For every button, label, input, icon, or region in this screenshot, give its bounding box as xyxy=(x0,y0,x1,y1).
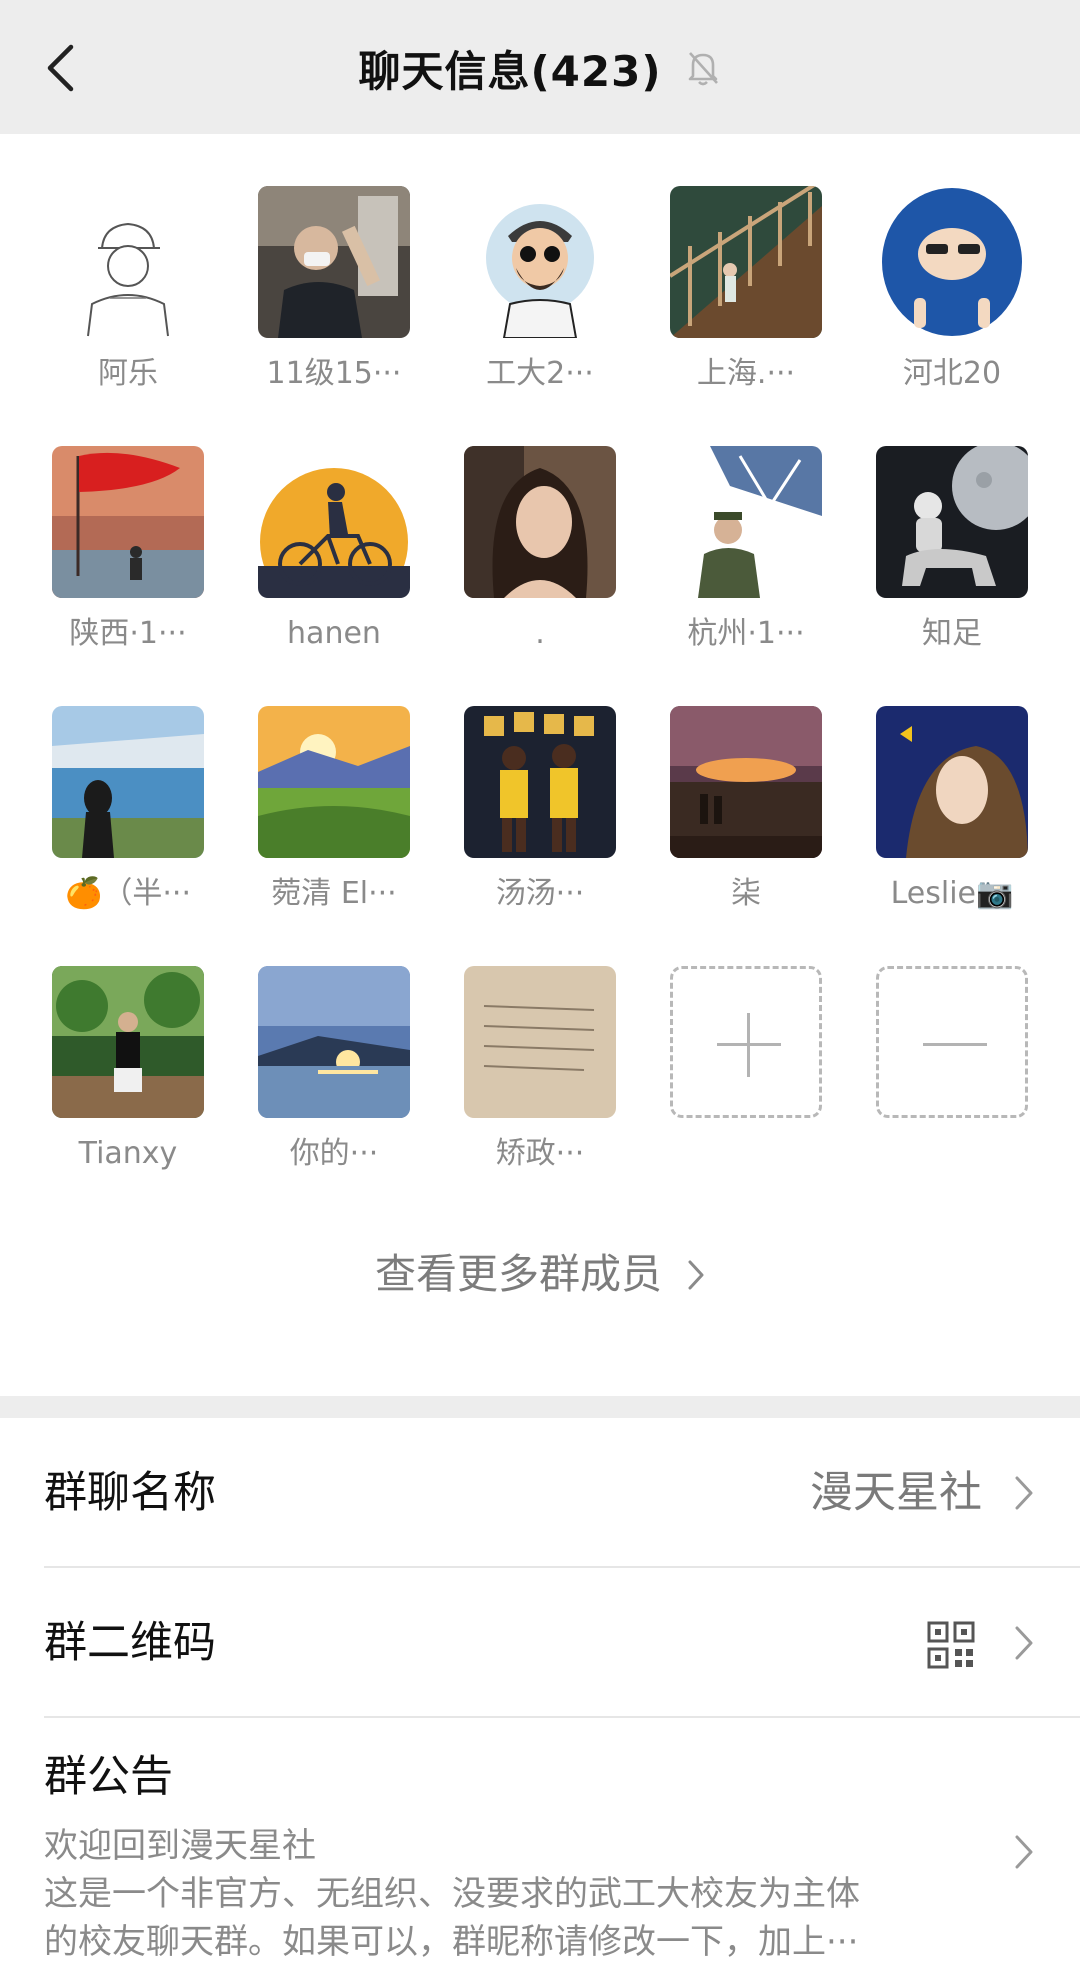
avatar xyxy=(464,186,616,338)
member-name: Leslie📷 xyxy=(890,876,1014,911)
member-item[interactable]: 河北20 xyxy=(876,186,1028,394)
nav-header: 聊天信息(423) xyxy=(0,0,1080,134)
member-name: 河北20 xyxy=(902,356,1002,391)
avatar xyxy=(258,966,410,1118)
divider xyxy=(44,1716,1080,1718)
member-name: hanen xyxy=(287,616,381,651)
member-item[interactable]: 11级15··· xyxy=(258,186,410,394)
avatar xyxy=(464,706,616,858)
member-name: 杭州·1··· xyxy=(687,616,805,651)
member-name: 菀清 El··· xyxy=(271,876,397,911)
member-name: 知足 xyxy=(922,616,982,651)
group-name-value: 漫天星社 xyxy=(810,1468,982,1518)
member-name: 柒 xyxy=(731,876,761,911)
bell-off-icon xyxy=(684,49,722,87)
member-item[interactable]: 矫政··· xyxy=(464,966,616,1174)
chevron-right-icon xyxy=(1014,1475,1034,1515)
member-item[interactable]: . xyxy=(464,446,616,654)
chevron-right-icon xyxy=(1014,1834,1034,1874)
member-item[interactable]: Leslie📷 xyxy=(876,706,1028,914)
member-item[interactable]: Tianxy xyxy=(52,966,204,1174)
member-item[interactable]: 杭州·1··· xyxy=(670,446,822,654)
member-item[interactable]: 工大2··· xyxy=(464,186,616,394)
avatar xyxy=(876,446,1028,598)
avatar xyxy=(670,706,822,858)
group-qr-row[interactable]: 群二维码 xyxy=(0,1568,1080,1718)
avatar xyxy=(670,446,822,598)
remove-member-button[interactable] xyxy=(876,966,1028,1118)
chevron-right-icon xyxy=(1014,1625,1034,1665)
group-name-row[interactable]: 群聊名称 漫天星社 xyxy=(0,1418,1080,1568)
member-item[interactable]: 汤汤··· xyxy=(464,706,616,914)
avatar xyxy=(876,186,1028,338)
notice-line: 这是一个非官方、无组织、没要求的武工大校友为主体 xyxy=(44,1874,860,1914)
avatar xyxy=(258,706,410,858)
member-item[interactable]: 柒 xyxy=(670,706,822,914)
member-name: . xyxy=(535,616,545,651)
add-member-button[interactable] xyxy=(670,966,822,1118)
member-item[interactable]: 阿乐 xyxy=(52,186,204,394)
member-name: 上海.··· xyxy=(696,356,796,391)
avatar xyxy=(670,186,822,338)
member-name: Tianxy xyxy=(78,1136,178,1171)
member-item[interactable]: 🍊（半··· xyxy=(52,706,204,914)
member-item[interactable]: 上海.··· xyxy=(670,186,822,394)
avatar xyxy=(52,446,204,598)
member-grid: 阿乐 11级15··· 工大2··· 上海.··· 河北20 陕西·1··· h… xyxy=(0,134,1080,1396)
qr-code-icon xyxy=(926,1620,976,1670)
avatar xyxy=(258,186,410,338)
member-item[interactable]: 菀清 El··· xyxy=(258,706,410,914)
view-more-members-button[interactable]: 查看更多群成员 xyxy=(0,1244,1080,1304)
group-qr-label: 群二维码 xyxy=(44,1618,216,1668)
avatar xyxy=(464,966,616,1118)
member-name: 11级15··· xyxy=(266,356,402,391)
member-item[interactable]: 你的··· xyxy=(258,966,410,1174)
more-members-label: 查看更多群成员 xyxy=(374,1250,662,1298)
section-divider xyxy=(0,1396,1080,1418)
page-title: 聊天信息(423) xyxy=(358,46,662,96)
avatar xyxy=(52,186,204,338)
member-item[interactable]: 陕西·1··· xyxy=(52,446,204,654)
member-item[interactable]: hanen xyxy=(258,446,410,654)
member-item[interactable]: 知足 xyxy=(876,446,1028,654)
member-name: 你的··· xyxy=(289,1136,379,1171)
member-name: 汤汤··· xyxy=(495,876,585,911)
group-name-label: 群聊名称 xyxy=(44,1468,216,1518)
notice-line: 欢迎回到漫天星社 xyxy=(44,1826,316,1866)
plus-icon xyxy=(670,966,822,1118)
avatar xyxy=(464,446,616,598)
avatar xyxy=(52,706,204,858)
member-name: 工大2··· xyxy=(486,356,594,391)
avatar xyxy=(52,966,204,1118)
group-notice-label: 群公告 xyxy=(44,1752,173,1802)
avatar xyxy=(258,446,410,598)
member-name: 陕西·1··· xyxy=(69,616,187,651)
member-name: 矫政··· xyxy=(495,1136,585,1171)
notice-line: 的校友聊天群。如果可以，群昵称请修改一下，加上··· xyxy=(44,1922,859,1962)
avatar xyxy=(876,706,1028,858)
member-name: 🍊（半··· xyxy=(65,876,191,911)
minus-icon xyxy=(876,966,1028,1118)
chevron-right-icon xyxy=(687,1247,705,1307)
member-name: 阿乐 xyxy=(98,356,158,391)
group-notice-text[interactable]: 欢迎回到漫天星社 这是一个非官方、无组织、没要求的武工大校友为主体 的校友聊天群… xyxy=(44,1822,964,1966)
